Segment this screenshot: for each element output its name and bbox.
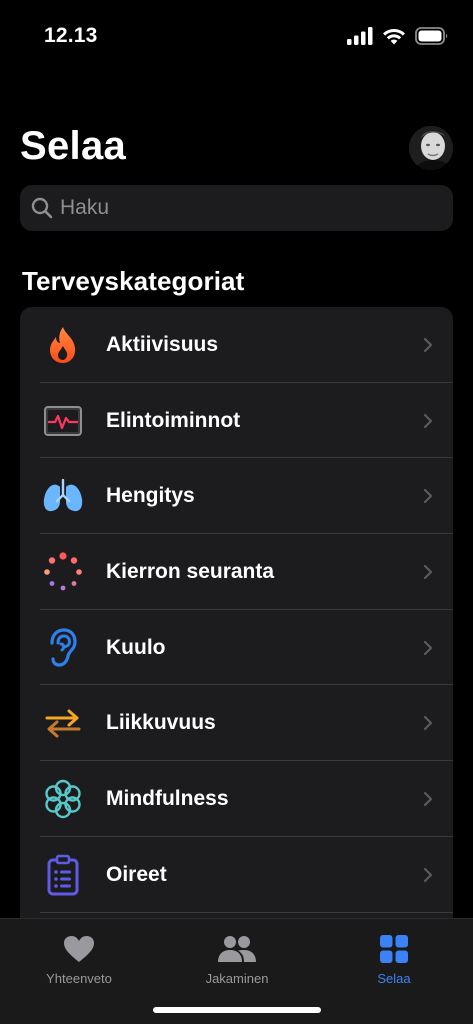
mindfulness-flower-icon	[42, 778, 84, 820]
search-input[interactable]: Haku	[20, 185, 453, 231]
lungs-icon	[42, 475, 84, 517]
category-row-kuulo[interactable]: Kuulo	[20, 610, 453, 686]
ear-icon	[42, 627, 84, 669]
category-row-mindfulness[interactable]: Mindfulness	[20, 761, 453, 837]
chevron-right-icon	[423, 337, 433, 352]
category-row-hengitys[interactable]: Hengitys	[20, 458, 453, 535]
tab-label: Jakaminen	[205, 971, 269, 986]
tab-label: Yhteenveto	[46, 971, 112, 986]
mobility-arrows-icon	[42, 702, 84, 744]
signal-icon	[347, 27, 373, 45]
vitals-monitor-icon	[42, 400, 84, 442]
cycle-tracking-icon	[42, 551, 84, 593]
tab-selaa[interactable]: Selaa	[315, 927, 473, 989]
category-label: Aktiivisuus	[106, 332, 219, 356]
chevron-right-icon	[423, 489, 433, 504]
chevron-right-icon	[423, 413, 433, 428]
category-label: Mindfulness	[106, 786, 229, 810]
people-icon	[216, 931, 258, 967]
category-row-kierron-seuranta[interactable]: Kierron seuranta	[20, 534, 453, 610]
grid-icon	[379, 931, 409, 967]
chevron-right-icon	[423, 640, 433, 655]
status-time: 12.13	[44, 24, 98, 47]
clipboard-icon	[42, 854, 84, 896]
heart-icon	[63, 931, 95, 967]
chevron-right-icon	[423, 716, 433, 731]
tab-label: Selaa	[377, 971, 411, 986]
screen: 12.13 Selaa Haku Terveyskategoriat Aktii…	[0, 0, 473, 1024]
wifi-icon	[383, 28, 405, 45]
profile-photo-icon	[409, 126, 453, 170]
category-label: Kuulo	[106, 635, 166, 659]
category-row-liikkuvuus[interactable]: Liikkuvuus	[20, 685, 453, 762]
category-row-elintoiminnot[interactable]: Elintoiminnot	[20, 383, 453, 459]
flame-icon	[42, 324, 84, 366]
category-label: Kierron seuranta	[106, 559, 275, 583]
category-label: Oireet	[106, 862, 167, 886]
section-title: Terveyskategoriat	[22, 266, 245, 296]
chevron-right-icon	[423, 867, 433, 882]
tab-jakaminen[interactable]: Jakaminen	[158, 927, 316, 989]
status-icons	[347, 27, 449, 45]
status-bar: 12.13	[0, 0, 473, 76]
divider	[40, 911, 453, 913]
search-icon	[31, 197, 53, 219]
page-title: Selaa	[20, 124, 127, 168]
battery-icon	[415, 27, 448, 45]
category-label: Elintoiminnot	[106, 408, 241, 432]
category-row-oireet[interactable]: Oireet	[20, 837, 453, 913]
category-row-aktiivisuus[interactable]: Aktiivisuus	[20, 307, 453, 383]
category-label: Liikkuvuus	[106, 711, 216, 735]
avatar[interactable]	[409, 126, 453, 170]
category-label: Hengitys	[106, 484, 195, 508]
home-indicator[interactable]	[153, 1007, 321, 1013]
tab-yhteenveto[interactable]: Yhteenveto	[0, 927, 158, 989]
chevron-right-icon	[423, 564, 433, 580]
chevron-right-icon	[423, 791, 433, 807]
category-list: Aktiivisuus Elintoiminnot Hengitys Kierr…	[20, 307, 453, 947]
search-placeholder: Haku	[60, 196, 110, 219]
